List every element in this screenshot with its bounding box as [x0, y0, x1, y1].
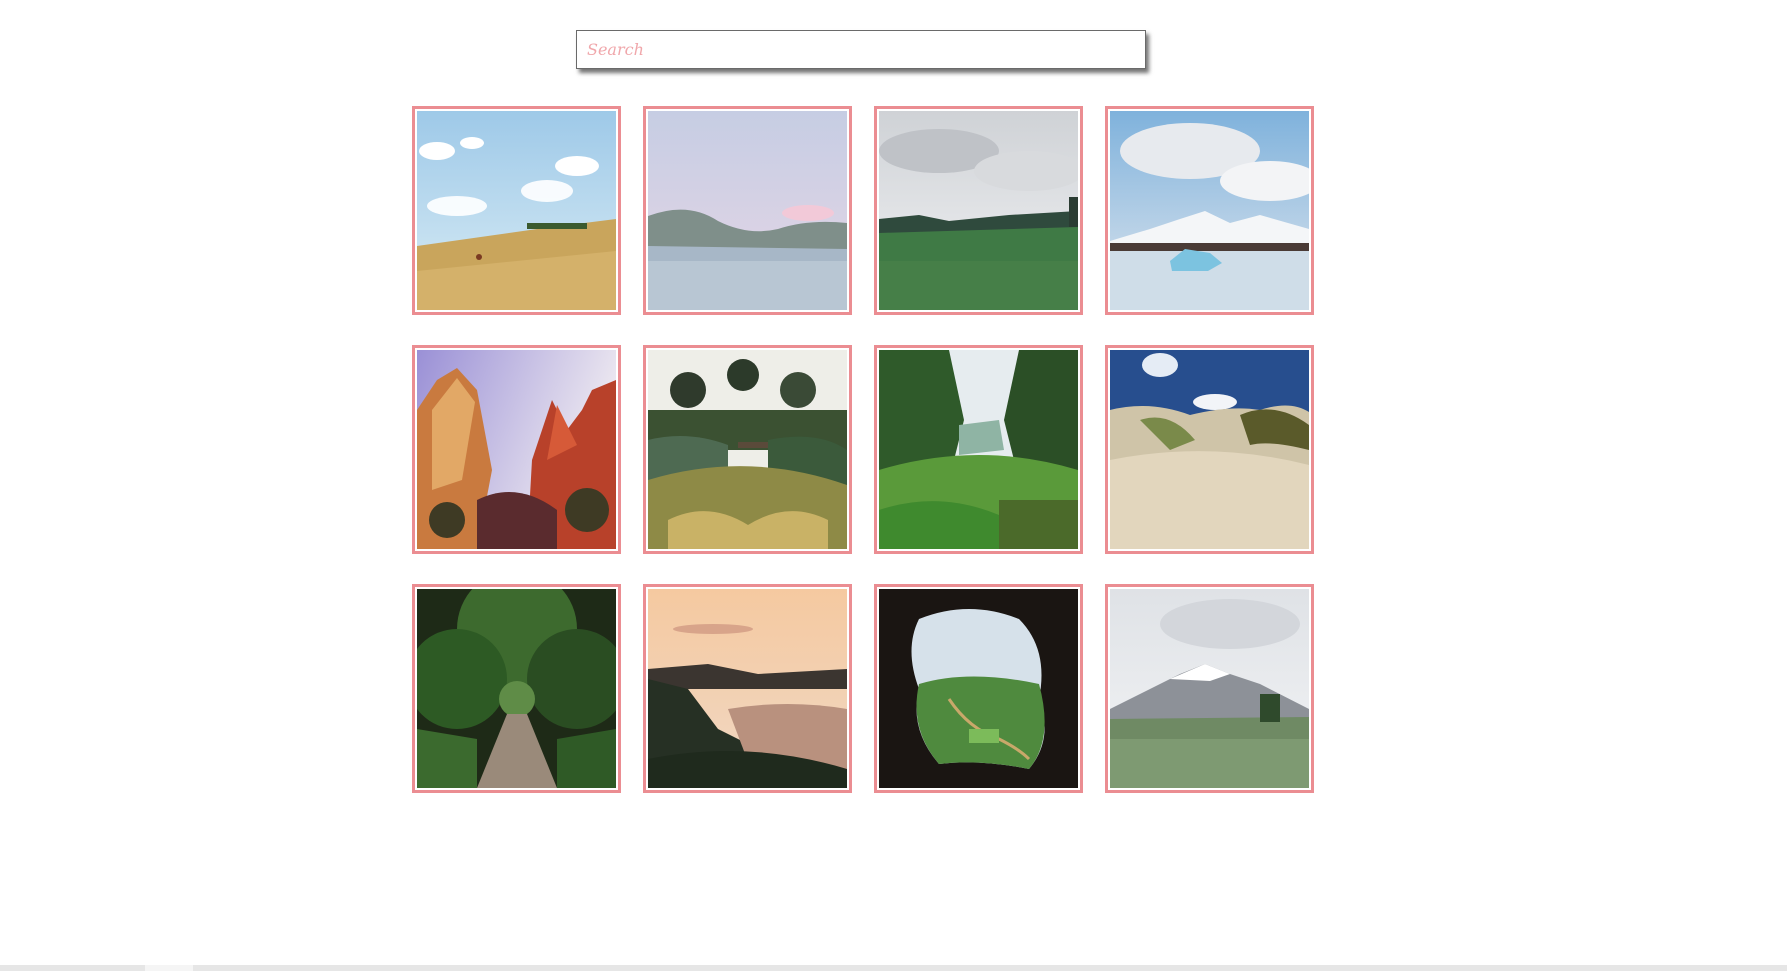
gallery-tile-10[interactable] — [643, 584, 852, 793]
horizontal-scrollbar[interactable] — [0, 965, 1787, 971]
garden-trees-image — [648, 350, 847, 549]
forest-path-image — [417, 589, 616, 788]
cave-view-image — [879, 589, 1078, 788]
mountain-lake-image — [648, 111, 847, 310]
coastal-sunset-image — [648, 589, 847, 788]
gallery-tile-3[interactable] — [874, 106, 1083, 315]
gallery-tile-8[interactable] — [1105, 345, 1314, 554]
gallery-tile-12[interactable] — [1105, 584, 1314, 793]
gallery-tile-5[interactable] — [412, 345, 621, 554]
jungle-valley-image — [879, 350, 1078, 549]
green-grassland-image — [879, 111, 1078, 310]
gallery-tile-1[interactable] — [412, 106, 621, 315]
gallery-tile-9[interactable] — [412, 584, 621, 793]
scrollbar-thumb[interactable] — [145, 965, 193, 971]
wheat-field-image — [417, 111, 616, 310]
search-input[interactable] — [577, 31, 1145, 68]
gallery-tile-2[interactable] — [643, 106, 852, 315]
gallery-tile-7[interactable] — [874, 345, 1083, 554]
sand-dunes-image — [1110, 350, 1309, 549]
snowy-mountain-meadow-image — [1110, 589, 1309, 788]
gallery-tile-4[interactable] — [1105, 106, 1314, 315]
gallery-tile-6[interactable] — [643, 345, 852, 554]
glacier-lagoon-image — [1110, 111, 1309, 310]
search-box[interactable] — [576, 30, 1146, 69]
gallery-tile-11[interactable] — [874, 584, 1083, 793]
red-canyon-image — [417, 350, 616, 549]
